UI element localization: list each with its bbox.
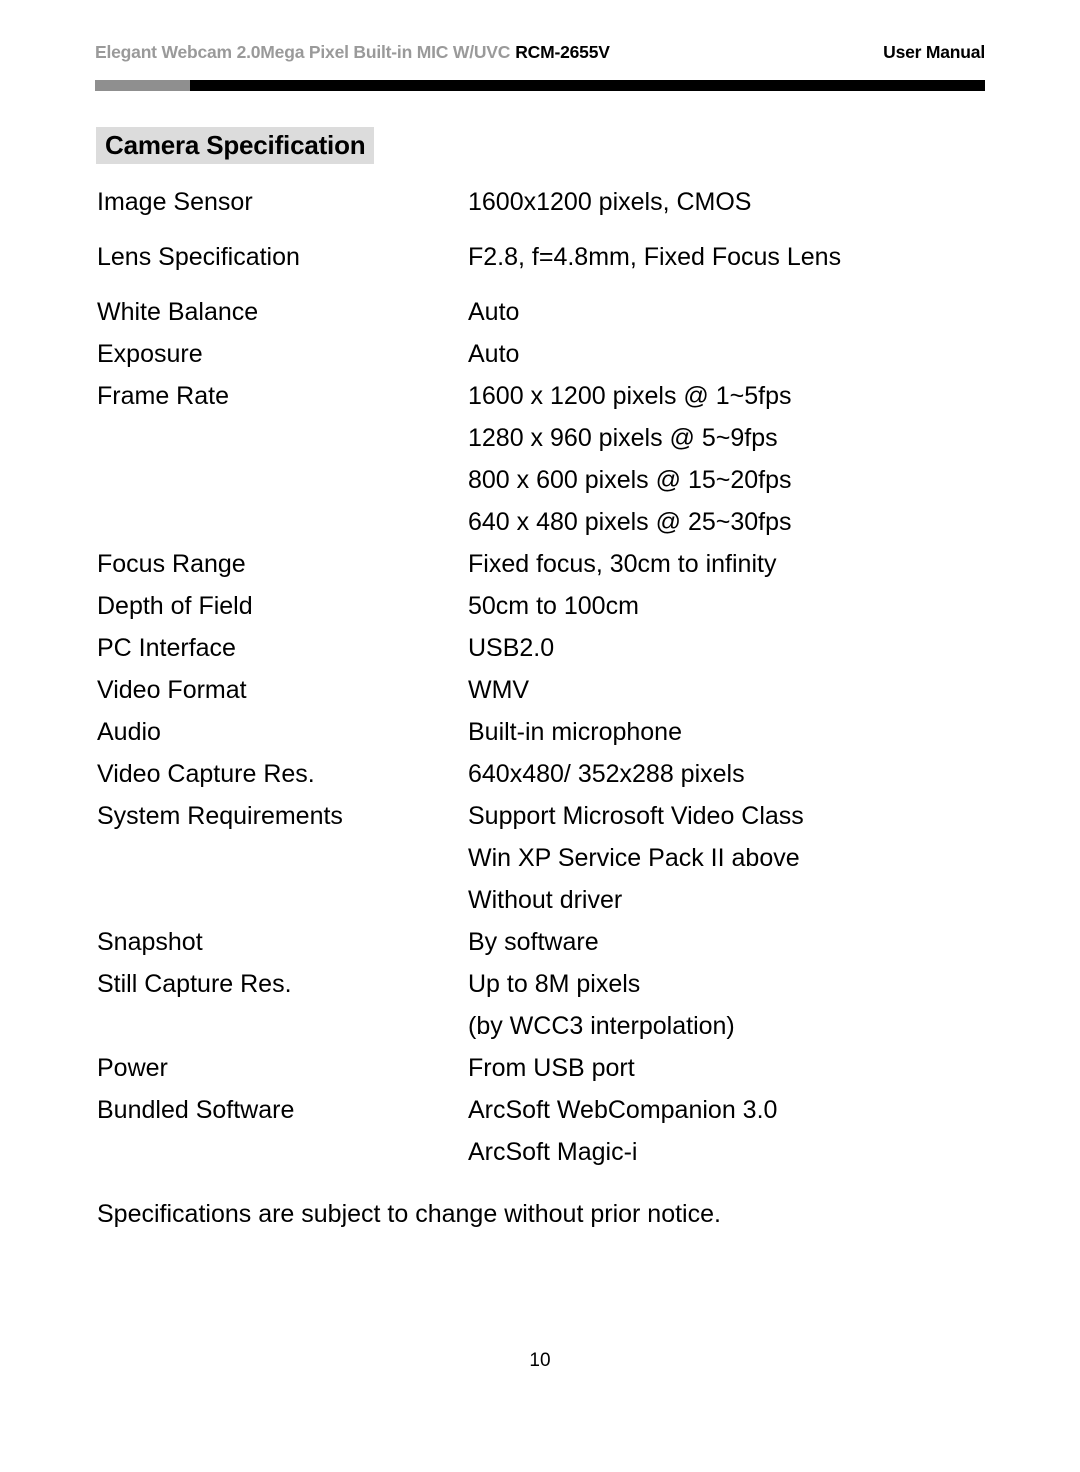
spec-label: Frame Rate bbox=[97, 382, 229, 410]
spec-label: White Balance bbox=[97, 298, 259, 326]
spec-value-line: Fixed focus, 30cm to infinity bbox=[468, 550, 777, 578]
rule-bar-black-segment bbox=[190, 80, 985, 91]
spec-value: 1600 x 1200 pixels @ 1~5fps 1280 x 960 pi… bbox=[468, 384, 977, 535]
header-model-number: RCM-2655V bbox=[515, 42, 610, 62]
spec-row: System Requirements Support Microsoft Vid… bbox=[97, 804, 977, 913]
spec-value: By software bbox=[468, 930, 977, 955]
spec-label: Video Format bbox=[97, 676, 247, 704]
spec-label: Still Capture Res. bbox=[97, 970, 292, 998]
spec-value: 640x480/ 352x288 pixels bbox=[468, 762, 977, 787]
spec-value-line: Support Microsoft Video Class bbox=[468, 802, 804, 830]
spec-row: Snapshot By software bbox=[97, 930, 977, 955]
spec-value: Up to 8M pixels (by WCC3 interpolation) bbox=[468, 972, 977, 1039]
spec-value-line: (by WCC3 interpolation) bbox=[468, 1012, 735, 1040]
spec-row: White Balance Auto bbox=[97, 300, 977, 325]
spec-row: Still Capture Res. Up to 8M pixels (by WCC… bbox=[97, 972, 977, 1039]
spec-label: Power bbox=[97, 1054, 168, 1082]
spec-row: Audio Built-in microphone bbox=[97, 720, 977, 745]
spec-label: Lens Specification bbox=[97, 243, 300, 271]
spec-value-line: 1280 x 960 pixels @ 5~9fps bbox=[468, 424, 778, 452]
spec-row: Bundled Software ArcSoft WebCompanion 3.0… bbox=[97, 1098, 977, 1165]
spec-value-line: ArcSoft Magic-i bbox=[468, 1138, 638, 1166]
header-rule-bar bbox=[95, 80, 985, 91]
spec-value-line: WMV bbox=[468, 676, 530, 704]
spec-value: USB2.0 bbox=[468, 636, 977, 661]
spec-row: Exposure Auto bbox=[97, 342, 977, 367]
spec-value: WMV bbox=[468, 678, 977, 703]
spec-value-line: Auto bbox=[468, 298, 520, 326]
spec-value: 1600x1200 pixels, CMOS bbox=[468, 190, 977, 215]
header-product-name: Elegant Webcam 2.0Mega Pixel Built-in MI… bbox=[95, 42, 511, 62]
spec-row: Video Capture Res. 640x480/ 352x288 pixel… bbox=[97, 762, 977, 787]
header-title: Elegant Webcam 2.0Mega Pixel Built-in MI… bbox=[95, 42, 610, 63]
spec-label: Focus Range bbox=[97, 550, 246, 578]
specification-list: Image Sensor 1600x1200 pixels, CMOS Lens S… bbox=[97, 190, 977, 1182]
page-number: 10 bbox=[529, 1350, 551, 1371]
spec-label: Audio bbox=[97, 718, 161, 746]
spec-value-line: 640 x 480 pixels @ 25~30fps bbox=[468, 508, 792, 536]
spec-value-line: ArcSoft WebCompanion 3.0 bbox=[468, 1096, 778, 1124]
spec-value-line: 50cm to 100cm bbox=[468, 592, 639, 620]
spec-value-line: By software bbox=[468, 928, 599, 956]
spec-row: Video Format WMV bbox=[97, 678, 977, 703]
spec-value: 50cm to 100cm bbox=[468, 594, 977, 619]
spec-row: Power From USB port bbox=[97, 1056, 977, 1081]
spec-value: Auto bbox=[468, 342, 977, 367]
spec-value-line: USB2.0 bbox=[468, 634, 555, 662]
spec-value-line: Up to 8M pixels bbox=[468, 970, 641, 998]
page-header: Elegant Webcam 2.0Mega Pixel Built-in MI… bbox=[95, 42, 985, 63]
document-page: Elegant Webcam 2.0Mega Pixel Built-in MI… bbox=[0, 0, 1080, 1472]
spec-label: PC Interface bbox=[97, 634, 236, 662]
spec-label: Snapshot bbox=[97, 928, 203, 956]
spec-label: System Requirements bbox=[97, 802, 343, 830]
spec-value-line: 1600x1200 pixels, CMOS bbox=[468, 188, 752, 216]
spec-row: PC Interface USB2.0 bbox=[97, 636, 977, 661]
spec-label: Depth of Field bbox=[97, 592, 253, 620]
spec-value-line: Win XP Service Pack II above bbox=[468, 844, 800, 872]
section-heading: Camera Specification bbox=[96, 127, 375, 165]
spec-row: Image Sensor 1600x1200 pixels, CMOS bbox=[97, 190, 977, 215]
spec-value-line: 800 x 600 pixels @ 15~20fps bbox=[468, 466, 792, 494]
footer-disclaimer: Specifications are subject to change wit… bbox=[97, 1200, 721, 1228]
spec-value: Built-in microphone bbox=[468, 720, 977, 745]
spec-row: Lens Specification F2.8, f=4.8mm, Fixed F… bbox=[97, 245, 977, 270]
spec-value: ArcSoft WebCompanion 3.0 ArcSoft Magic-i bbox=[468, 1098, 977, 1165]
spec-row: Depth of Field 50cm to 100cm bbox=[97, 594, 977, 619]
spec-value-line: 640x480/ 352x288 pixels bbox=[468, 760, 745, 788]
spec-value-line: 1600 x 1200 pixels @ 1~5fps bbox=[468, 382, 792, 410]
spec-label: Image Sensor bbox=[97, 188, 253, 216]
spec-value: Support Microsoft Video Class Win XP Serv… bbox=[468, 804, 977, 913]
spec-label: Exposure bbox=[97, 340, 203, 368]
spec-value-line: From USB port bbox=[468, 1054, 635, 1082]
spec-value: F2.8, f=4.8mm, Fixed Focus Lens bbox=[468, 245, 977, 270]
spec-value: Fixed focus, 30cm to infinity bbox=[468, 552, 977, 577]
spec-row: Focus Range Fixed focus, 30cm to infinity bbox=[97, 552, 977, 577]
spec-value: From USB port bbox=[468, 1056, 977, 1081]
spec-label: Bundled Software bbox=[97, 1096, 295, 1124]
spec-label: Video Capture Res. bbox=[97, 760, 315, 788]
spec-value-line: Built-in microphone bbox=[468, 718, 682, 746]
rule-bar-gray-segment bbox=[95, 80, 190, 91]
header-doc-type: User Manual bbox=[883, 42, 985, 62]
spec-row: Frame Rate 1600 x 1200 pixels @ 1~5fps 128… bbox=[97, 384, 977, 535]
spec-value: Auto bbox=[468, 300, 977, 325]
spec-value-line: Auto bbox=[468, 340, 520, 368]
spec-value-line: F2.8, f=4.8mm, Fixed Focus Lens bbox=[468, 243, 842, 271]
spec-value-line: Without driver bbox=[468, 886, 623, 914]
